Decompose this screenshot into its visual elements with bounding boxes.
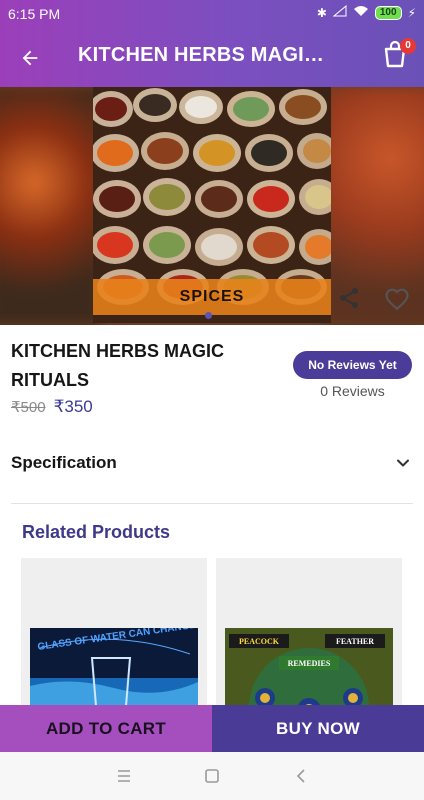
charging-icon: ⚡ [407, 5, 416, 20]
product-name-line1: KITCHEN HERBS MAGIC [11, 341, 225, 361]
cart-button[interactable]: 0 [382, 38, 416, 72]
product-image[interactable]: SPICES [93, 87, 331, 323]
status-time: 6:15 PM [8, 6, 61, 22]
chevron-down-icon [397, 459, 409, 467]
image-caption: SPICES [179, 288, 245, 305]
specification-label: Specification [11, 453, 117, 472]
card2-image-text-3: REMEDIES [288, 659, 331, 668]
home-button[interactable] [202, 766, 222, 786]
sale-price: ₹350 [53, 397, 93, 416]
related-product-image: PEACOCK FEATHER REMEDIES [225, 628, 393, 708]
system-nav-bar [0, 752, 424, 800]
related-products-title: Related Products [22, 522, 171, 542]
related-product-card[interactable]: PEACOCK FEATHER REMEDIES [216, 558, 402, 708]
image-caption-bar: SPICES [93, 279, 331, 315]
back-button[interactable] [14, 42, 46, 74]
bluetooth-icon: ✱ [316, 5, 327, 20]
menu-icon [118, 770, 130, 782]
signal-icon [332, 4, 347, 20]
cart-count-badge: 0 [400, 38, 416, 54]
status-icons: ✱ 100 ⚡ [316, 4, 416, 20]
wifi-icon [353, 5, 369, 20]
water-glass-illustration: GLASS OF WATER CAN CHANGE YOUR LIFE [30, 628, 198, 708]
buy-now-button[interactable]: BUY NOW [212, 705, 424, 752]
original-price: ₹500 [11, 399, 46, 416]
top-bar: 6:15 PM ✱ 100 ⚡ KITCHEN HERBS MAGIC ... [0, 0, 424, 87]
status-bar: 6:15 PM ✱ 100 ⚡ [0, 0, 424, 28]
heart-icon [385, 288, 409, 311]
carousel-page-indicator[interactable] [205, 312, 212, 319]
reviews-count: 0 Reviews [320, 383, 385, 399]
card2-image-text-1: PEACOCK [239, 637, 280, 646]
specification-accordion[interactable]: Specification [11, 448, 413, 478]
reviews-badge-button[interactable]: No Reviews Yet [293, 351, 412, 379]
back-triangle-icon [296, 769, 305, 783]
home-square-icon [205, 769, 219, 783]
price-row: ₹500 ₹350 [11, 397, 93, 417]
peacock-feather-illustration: PEACOCK FEATHER REMEDIES [225, 628, 393, 708]
related-product-card[interactable]: GLASS OF WATER CAN CHANGE YOUR LIFE [21, 558, 207, 708]
related-product-image: GLASS OF WATER CAN CHANGE YOUR LIFE [30, 628, 198, 708]
app-bar: KITCHEN HERBS MAGIC ... 0 [0, 28, 424, 87]
share-icon [340, 288, 358, 308]
carousel-prev-preview [0, 87, 100, 325]
add-to-cart-button[interactable]: ADD TO CART [0, 705, 212, 752]
product-name-line2: RITUALS [11, 370, 89, 390]
back-arrow-icon [22, 50, 38, 66]
recent-apps-button[interactable] [114, 766, 134, 786]
battery-icon: 100 [374, 5, 402, 20]
section-divider [11, 503, 413, 504]
page-title: KITCHEN HERBS MAGIC ... [78, 44, 328, 66]
share-button[interactable] [337, 286, 363, 312]
product-name: KITCHEN HERBS MAGIC RITUALS [11, 337, 271, 395]
system-back-button[interactable] [291, 766, 311, 786]
card2-image-text-2: FEATHER [336, 637, 374, 646]
favorite-button[interactable] [383, 285, 411, 313]
